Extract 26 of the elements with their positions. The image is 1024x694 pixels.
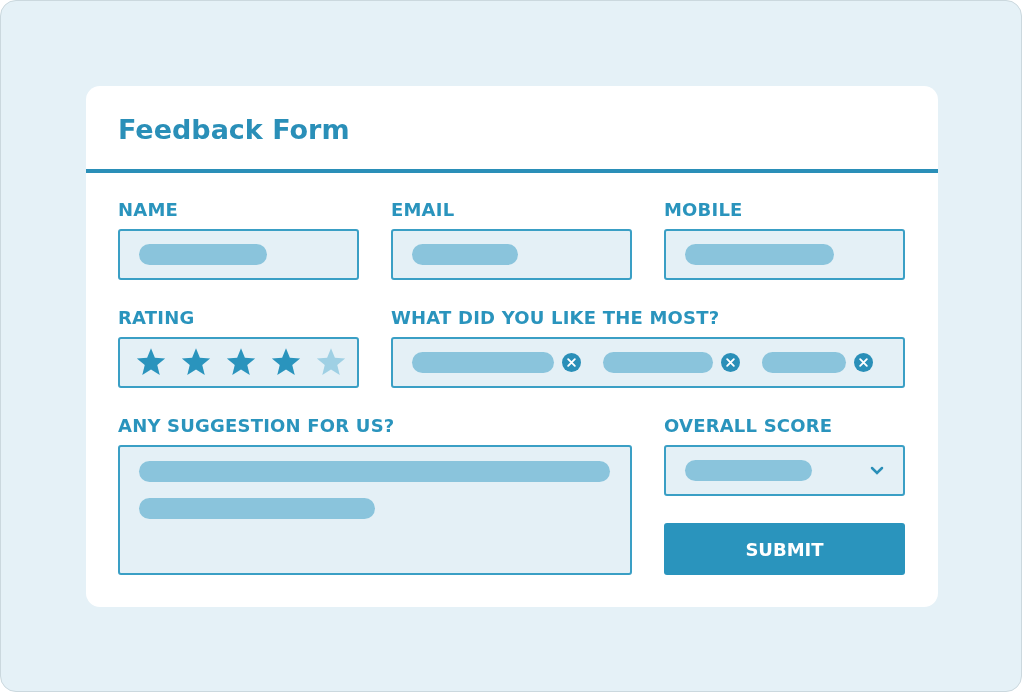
field-label: NAME (118, 199, 179, 220)
field-label: EMAIL (391, 199, 456, 220)
star-icon (316, 348, 346, 377)
field-label: ANY SUGGESTION FOR US? (118, 415, 396, 436)
form-title: Feedback Form (117, 113, 351, 147)
field-label: MOBILE (664, 199, 744, 220)
star-icon (181, 348, 211, 377)
input-field[interactable] (118, 229, 359, 280)
submit-button[interactable]: SUBMIT (664, 523, 905, 575)
star-icon (136, 348, 166, 377)
close-icon[interactable] (854, 353, 873, 372)
star-rating[interactable] (136, 348, 346, 377)
input-field[interactable] (664, 229, 905, 280)
rating-field[interactable] (118, 337, 359, 388)
select-field[interactable] (664, 445, 905, 496)
field-label: OVERALL SCORE (664, 415, 834, 436)
field-label: RATING (118, 307, 196, 328)
star-icon (271, 348, 301, 377)
chevron-down-icon (870, 466, 884, 475)
tags-field[interactable] (391, 337, 905, 388)
input-field[interactable] (391, 229, 632, 280)
text-area[interactable] (118, 445, 632, 575)
star-icon (226, 348, 256, 377)
close-icon[interactable] (721, 353, 740, 372)
close-icon[interactable] (562, 353, 581, 372)
field-label: WHAT DID YOU LIKE THE MOST? (391, 307, 721, 328)
